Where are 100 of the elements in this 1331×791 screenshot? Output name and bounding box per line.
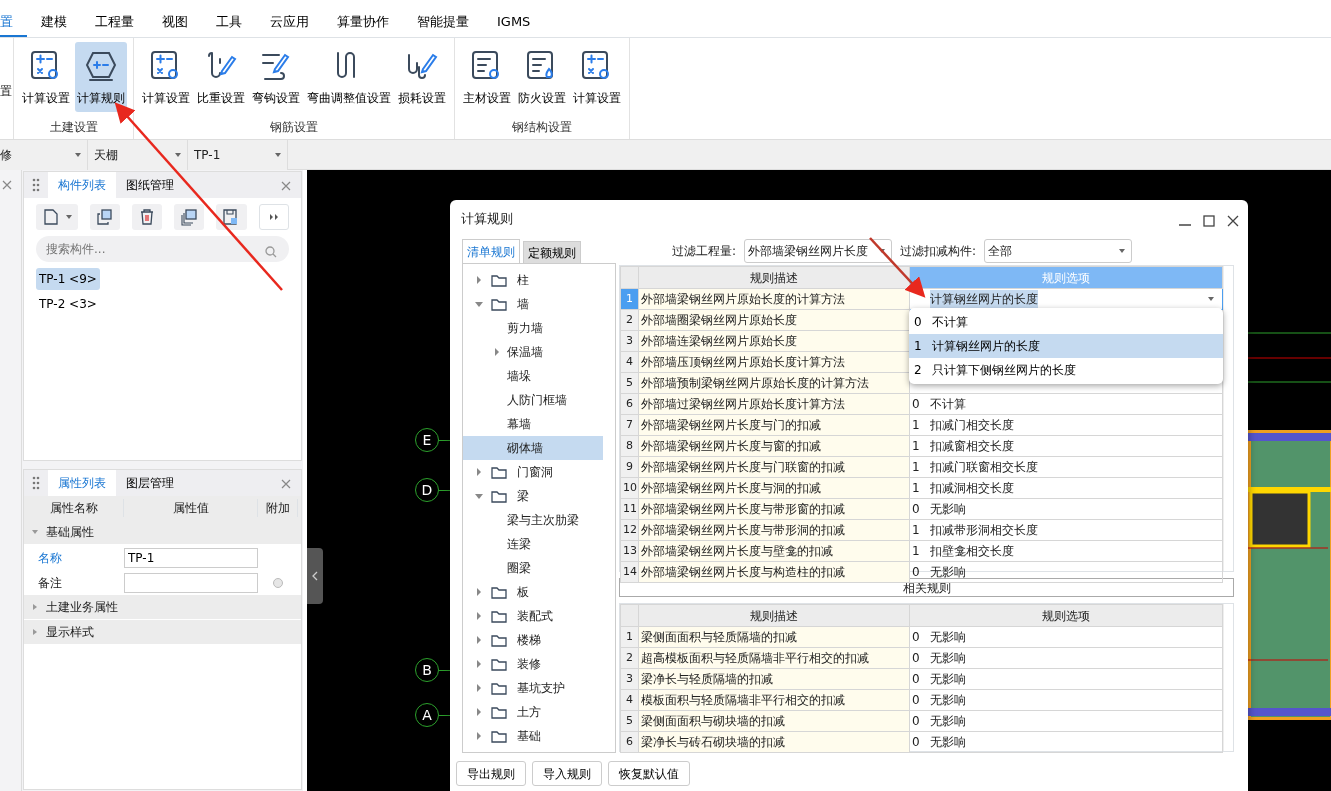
tree-item[interactable]: 幕墙 (463, 412, 615, 436)
row-number: 6 (620, 393, 639, 415)
menu-tab[interactable]: 智能提量 (403, 9, 483, 37)
tree-label: 板 (517, 584, 529, 601)
ribbon-button[interactable]: 损耗设置 (396, 42, 448, 112)
tree-item[interactable]: 柱 (463, 268, 615, 292)
tree-item[interactable]: 连梁 (463, 532, 615, 556)
tree-item[interactable]: 装修 (463, 652, 615, 676)
panel-tab[interactable]: 图层管理 (116, 470, 184, 496)
dialog-button[interactable]: 导入规则 (532, 761, 602, 786)
table-cell: 超高模板面积与轻质隔墙非平行相交的扣减 (638, 647, 910, 669)
caret-icon (1208, 297, 1214, 301)
filter-select[interactable]: 外部墙梁钢丝网片长度 (743, 238, 892, 263)
folder-icon (491, 657, 507, 671)
folder-icon (491, 585, 507, 599)
new-button[interactable] (36, 204, 78, 230)
ribbon-button[interactable]: 弯钩设置 (250, 42, 302, 112)
search-field[interactable]: 搜索构件... (36, 236, 289, 262)
group-label: 土建设置 (48, 119, 99, 136)
column-header: 属性值 (124, 499, 258, 517)
dialog-button[interactable]: 恢复默认值 (608, 761, 690, 786)
ribbon-button[interactable]: 计算规则 (75, 42, 127, 112)
tree-item[interactable]: 砌体墙 (463, 436, 603, 460)
tree-label: 楼梯 (517, 632, 541, 649)
chevron-left-icon (312, 571, 318, 581)
tree-item[interactable]: 板 (463, 580, 615, 604)
ribbon-button[interactable]: 弯曲调整值设置 (305, 42, 393, 112)
tree-item[interactable]: 装配式 (463, 604, 615, 628)
property-value-field[interactable]: TP-1 (124, 547, 258, 568)
list-item[interactable]: TP-1 <9> (36, 268, 100, 290)
collapse-handle[interactable] (307, 548, 323, 604)
table-cell: 外部墙梁钢丝网片长度与门联窗的扣减 (638, 456, 910, 478)
save-button[interactable] (216, 204, 247, 230)
copy-layer-button[interactable] (174, 204, 205, 230)
tree-item[interactable]: 剪力墙 (463, 316, 615, 340)
table-cell: 外部墙连梁钢丝网片原始长度 (638, 330, 910, 352)
table-cell: 0 无影响 (909, 731, 1223, 753)
drag-handle-icon (32, 476, 40, 490)
caret-icon (75, 153, 81, 157)
tree-label: 装修 (517, 656, 541, 673)
table-cell: 外部墙圈梁钢丝网片原始长度 (638, 309, 910, 331)
tree-item[interactable]: 基础 (463, 724, 615, 748)
dropdown-option[interactable]: 0 不计算 (909, 310, 1223, 334)
dropdown-select[interactable]: TP-1 (188, 140, 288, 170)
menu-tab[interactable]: 工具 (202, 9, 256, 37)
tree-label: 砌体墙 (507, 440, 543, 457)
tree-item[interactable]: 梁 (463, 484, 615, 508)
column-header: 规则描述 (638, 604, 910, 627)
filter-select[interactable]: 全部 (984, 238, 1132, 263)
select-value: 修 (0, 147, 12, 164)
tree-item[interactable]: 墙 (463, 292, 615, 316)
ribbon-button[interactable]: 比重设置 (195, 42, 247, 112)
tree-label: 梁与主次肋梁 (507, 512, 579, 529)
menu-tab[interactable]: 云应用 (256, 9, 323, 37)
tree-item[interactable]: 楼梯 (463, 628, 615, 652)
ribbon-button[interactable]: 计算设置 (571, 42, 623, 112)
ribbon-button[interactable]: 计算设置 (140, 42, 192, 112)
menu-tab[interactable]: 建模 (27, 9, 81, 37)
ribbon-button[interactable]: 防火设置 (516, 42, 568, 112)
select-value: TP-1 (194, 147, 221, 164)
folder-icon (491, 297, 507, 311)
dropdown-select[interactable]: 修 (0, 140, 88, 170)
panel-tab[interactable]: 属性列表 (48, 470, 116, 496)
panel-tab[interactable]: 图纸管理 (116, 172, 184, 198)
table-cell: 0 无影响 (909, 498, 1223, 520)
dropdown-select[interactable]: 天棚 (88, 140, 188, 170)
menu-tab[interactable]: IGMS (483, 9, 545, 37)
tree-item[interactable]: 人防门框墙 (463, 388, 615, 412)
tree-item[interactable]: 梁与主次肋梁 (463, 508, 615, 532)
dialog-button[interactable]: 导出规则 (456, 761, 526, 786)
more-button[interactable] (258, 204, 289, 230)
copy-button[interactable] (89, 204, 120, 230)
tab[interactable]: 定额规则 (523, 241, 581, 263)
dropdown-option[interactable]: 1 计算钢丝网片的长度 (909, 334, 1223, 358)
tree-label: 剪力墙 (507, 320, 543, 337)
tab[interactable]: 清单规则 (462, 239, 520, 263)
menu-tab[interactable]: 工程量 (81, 9, 148, 37)
ribbon-button[interactable]: 主材设置 (461, 42, 513, 112)
menu-tab[interactable]: 算量协作 (323, 9, 403, 37)
table-cell: 外部墙梁钢丝网片原始长度的计算方法 (638, 288, 910, 310)
tree-item[interactable]: 墙垛 (463, 364, 615, 388)
axis-line (439, 714, 450, 716)
table-cell: 外部墙过梁钢丝网片原始长度计算方法 (638, 393, 910, 415)
panel-tab[interactable]: 构件列表 (48, 172, 116, 198)
tree-item[interactable]: 圈梁 (463, 556, 615, 580)
tree-item[interactable]: 保温墙 (463, 340, 615, 364)
tree-item[interactable]: 门窗洞 (463, 460, 615, 484)
tree-item[interactable]: 基坑支护 (463, 676, 615, 700)
menu-tab[interactable]: 视图 (148, 9, 202, 37)
search-icon (265, 246, 277, 258)
tree-item[interactable]: 土方 (463, 700, 615, 724)
table-cell: 0 无影响 (909, 647, 1223, 669)
delete-button[interactable] (131, 204, 163, 230)
table-cell: 1 扣减洞相交长度 (909, 477, 1223, 499)
dropdown-option[interactable]: 2 只计算下侧钢丝网片的长度 (909, 358, 1223, 382)
property-value-field[interactable] (124, 572, 258, 593)
menu-tab[interactable]: 置 (0, 9, 27, 37)
ribbon-button[interactable]: 计算设置 (20, 42, 72, 112)
row-number: 12 (620, 519, 639, 541)
list-item[interactable]: TP-2 <3> (36, 293, 100, 315)
